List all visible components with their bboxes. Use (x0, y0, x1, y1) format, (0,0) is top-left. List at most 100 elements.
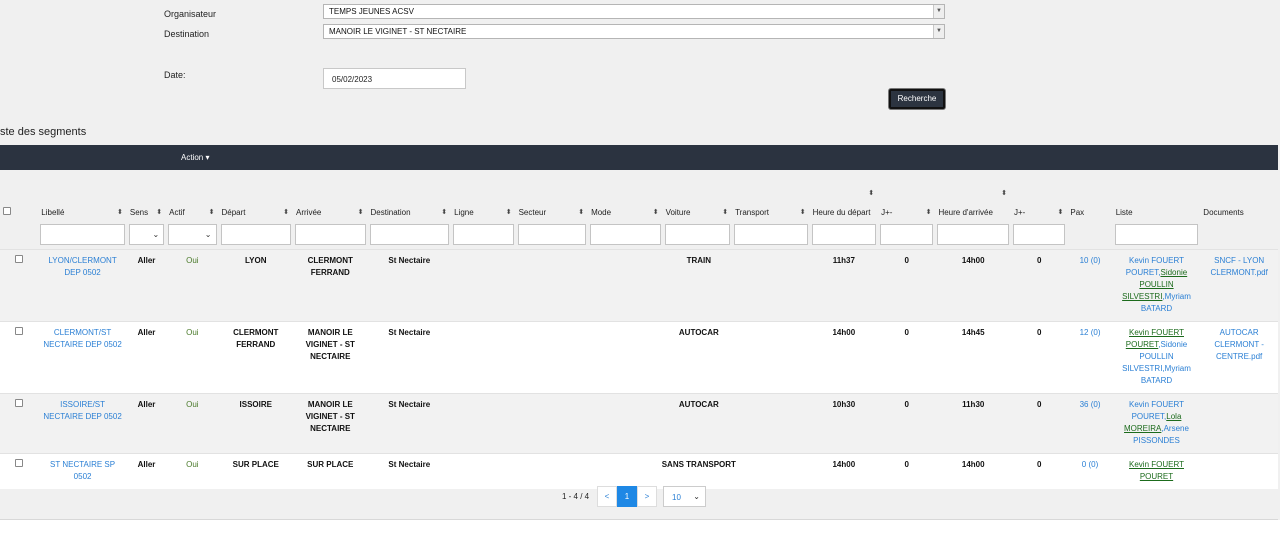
actif-cell: Oui (166, 320, 219, 393)
header-actif[interactable]: Actif ⬍ (166, 170, 218, 221)
filter-actif[interactable]: ⌄ (168, 224, 217, 246)
header-documents: Documents (1203, 208, 1244, 217)
sort-icon: ⬍ (652, 209, 659, 216)
header-select-all (0, 170, 38, 221)
header-sens[interactable]: Sens ⬍ (127, 170, 166, 221)
action-dropdown[interactable]: Action ▾ (181, 153, 209, 162)
participant-link[interactable]: Kevin FOUERT POURET (1129, 460, 1184, 481)
destination-select[interactable]: MANOIR LE VIGINET - ST NECTAIRE ▼ (323, 24, 945, 39)
organisateur-select[interactable]: TEMPS JEUNES ACSV ▼ (323, 4, 945, 19)
sens-cell: Aller (126, 452, 167, 489)
destination-value: MANOIR LE VIGINET - ST NECTAIRE (329, 27, 467, 36)
page-size-value: 10 (672, 493, 681, 502)
header-heure-depart[interactable]: Heure du départ ⬍ (810, 170, 878, 221)
chevron-down-icon: ⌄ (204, 230, 212, 240)
pagination-info: 1 - 4 / 4 (562, 492, 590, 501)
row-checkbox[interactable] (15, 326, 24, 335)
document-link[interactable]: SNCF - LYON CLERMONT.pdf (1200, 248, 1278, 321)
filter-arrivee[interactable] (295, 224, 366, 246)
header-transport[interactable]: Transport ⬍ (732, 170, 810, 221)
depart-cell: SUR PLACE (218, 452, 294, 489)
select-all-checkbox[interactable] (3, 207, 11, 215)
next-page-button[interactable]: > (637, 486, 657, 507)
header-depart[interactable]: Départ ⬍ (219, 170, 294, 221)
actif-cell: Oui (166, 452, 219, 489)
filter-ligne[interactable] (453, 224, 514, 246)
filter-destination[interactable] (369, 224, 450, 246)
libelle-link[interactable]: ST NECTAIRE SP 0502 (38, 452, 127, 489)
filter-sens[interactable]: ⌄ (128, 224, 165, 246)
table-row: ISSOIRE/ST NECTAIRE DEP 0502 Aller Oui I… (0, 392, 1278, 453)
header-ligne[interactable]: Ligne ⬍ (451, 170, 515, 221)
header-destination[interactable]: Destination ⬍ (368, 170, 452, 221)
filter-depart[interactable] (220, 224, 292, 246)
row-checkbox[interactable] (15, 398, 24, 407)
pax-link[interactable]: 36 (0) (1067, 392, 1113, 453)
heure-arrivee-cell: 14h00 (935, 452, 1011, 489)
heure-arrivee-cell: 14h45 (935, 320, 1011, 393)
sort-icon: ⬍ (441, 209, 448, 216)
current-page-button[interactable]: 1 (617, 486, 637, 507)
header-libelle[interactable]: Libellé ⬍ (38, 170, 127, 221)
filter-secteur[interactable] (517, 224, 587, 246)
document-link[interactable] (1200, 452, 1278, 489)
filter-j-depart[interactable] (880, 224, 934, 246)
depart-cell: ISSOIRE (218, 392, 294, 453)
header-arrivee[interactable]: Arrivée ⬍ (293, 170, 368, 221)
header-j-arrivee[interactable]: J+- ⬍ (1011, 170, 1067, 221)
filter-liste[interactable] (1114, 224, 1199, 246)
depart-cell: CLERMONT FERRAND (218, 320, 294, 393)
document-link[interactable]: AUTOCAR CLERMONT - CENTRE.pdf (1200, 320, 1278, 393)
filter-voiture[interactable] (664, 224, 731, 246)
sort-icon: ⬍ (925, 209, 932, 216)
sort-icon: ⬍ (117, 209, 123, 216)
arrivee-cell: SUR PLACE (293, 452, 368, 489)
pax-link[interactable]: 10 (0) (1067, 248, 1113, 321)
libelle-link[interactable]: ISSOIRE/ST NECTAIRE DEP 0502 (38, 392, 127, 453)
actif-cell: Oui (166, 248, 219, 321)
arrivee-cell: MANOIR LE VIGINET - ST NECTAIRE (293, 392, 368, 453)
arrivee-cell: MANOIR LE VIGINET - ST NECTAIRE (293, 320, 368, 393)
liste-cell: Kevin FOUERT POURET,Sidonie POULLIN SILV… (1112, 320, 1201, 393)
pax-link[interactable]: 12 (0) (1067, 320, 1113, 393)
header-mode[interactable]: Mode ⬍ (588, 170, 663, 221)
heure-depart-cell: 14h00 (809, 320, 879, 393)
date-input[interactable]: 05/02/2023 (323, 68, 466, 89)
header-j-depart[interactable]: J+- ⬍ (878, 170, 935, 221)
j-depart-cell: 0 (878, 248, 936, 321)
page-size-select[interactable]: 10 ⌄ (663, 486, 706, 507)
destination-cell: St Nectaire (367, 392, 452, 453)
header-voiture[interactable]: Voiture ⬍ (663, 170, 732, 221)
filter-heure-arrivee[interactable] (937, 224, 1009, 246)
pax-link[interactable]: 0 (0) (1067, 452, 1113, 489)
search-button[interactable]: Recherche (889, 89, 945, 109)
filter-libelle[interactable] (40, 224, 125, 246)
chevron-down-icon: ▼ (933, 5, 944, 18)
j-arrivee-cell: 0 (1010, 320, 1068, 393)
table-row: ST NECTAIRE SP 0502 Aller Oui SUR PLACE … (0, 452, 1278, 489)
sens-cell: Aller (126, 248, 167, 321)
liste-cell: Kevin FOUERT POURET,Lola MOREIRA,Arsene … (1112, 392, 1201, 453)
row-checkbox[interactable] (15, 458, 24, 467)
destination-label: Destination (164, 29, 210, 39)
filter-heure-depart[interactable] (811, 224, 877, 246)
destination-cell: St Nectaire (367, 452, 452, 489)
organisateur-value: TEMPS JEUNES ACSV (329, 7, 414, 16)
libelle-link[interactable]: CLERMONT/ST NECTAIRE DEP 0502 (38, 320, 127, 393)
liste-cell: Kevin FOUERT POURET,Sidonie POULLIN SILV… (1112, 248, 1201, 321)
filter-mode[interactable] (590, 224, 661, 246)
prev-page-button[interactable]: < (597, 486, 617, 507)
header-secteur[interactable]: Secteur ⬍ (516, 170, 589, 221)
secteur-cell (515, 320, 589, 393)
document-link[interactable] (1200, 392, 1278, 453)
row-checkbox[interactable] (15, 254, 24, 263)
depart-cell: LYON (218, 248, 294, 321)
sens-cell: Aller (126, 320, 167, 393)
secteur-cell (515, 392, 589, 453)
mode-cell: TRAIN (588, 248, 810, 321)
filter-j-arrivee[interactable] (1012, 224, 1066, 246)
libelle-link[interactable]: LYON/CLERMONT DEP 0502 (38, 248, 127, 321)
header-heure-arrivee[interactable]: Heure d'arrivée ⬍ (935, 170, 1011, 221)
j-arrivee-cell: 0 (1010, 452, 1068, 489)
filter-transport[interactable] (734, 224, 808, 246)
